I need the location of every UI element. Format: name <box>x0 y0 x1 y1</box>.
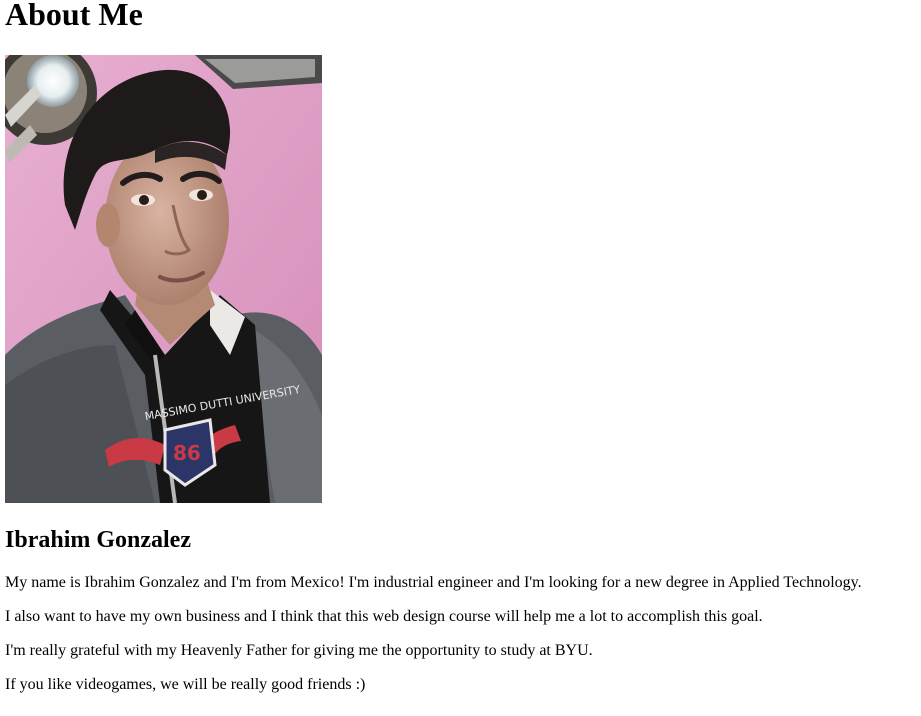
about-me-page: About Me 86 MASSIMO DUTTI UNIVERSITY Ibr… <box>0 0 921 716</box>
profile-photo: 86 MASSIMO DUTTI UNIVERSITY <box>5 55 322 503</box>
business-paragraph: I also want to have my own business and … <box>5 608 763 625</box>
person-name: Ibrahim Gonzalez <box>5 527 191 553</box>
videogames-paragraph: If you like videogames, we will be reall… <box>5 676 366 693</box>
gratitude-paragraph: I'm really grateful with my Heavenly Fat… <box>5 642 593 659</box>
svg-text:86: 86 <box>173 441 201 465</box>
page-title: About Me <box>5 0 143 32</box>
intro-paragraph: My name is Ibrahim Gonzalez and I'm from… <box>5 574 862 591</box>
